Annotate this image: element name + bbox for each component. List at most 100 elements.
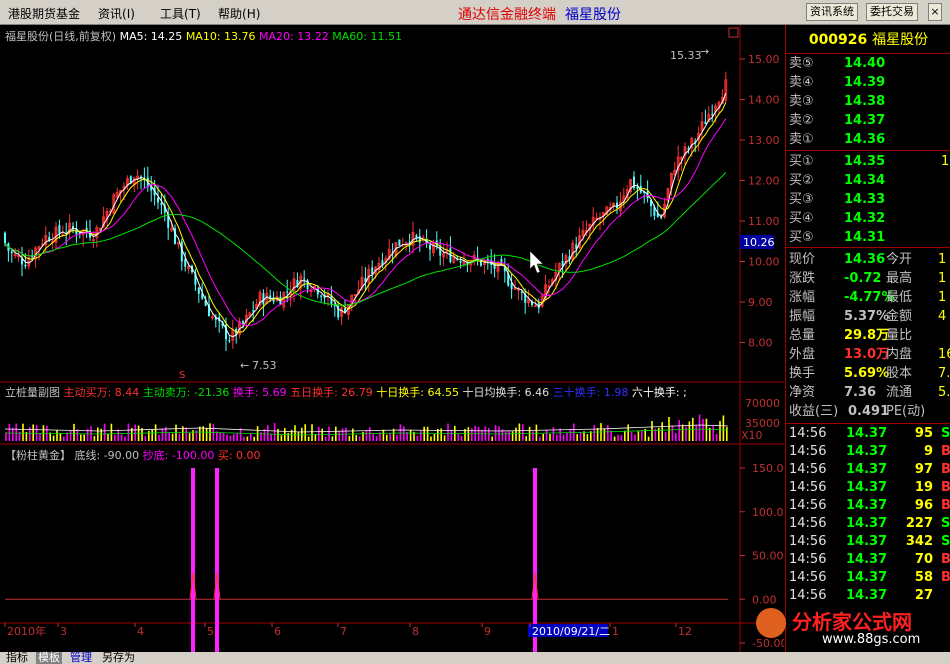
stat-label-2: 内盘 bbox=[886, 347, 913, 362]
tick-price: 14.37 bbox=[846, 462, 888, 477]
tick-price: 14.37 bbox=[846, 444, 888, 459]
ask-row: 卖③ 14.38 bbox=[786, 93, 950, 111]
tick-side: B bbox=[941, 498, 950, 513]
bid-label: 买② bbox=[789, 173, 814, 188]
chart-area[interactable]: 15.00 14.00 13.00 12.00 11.00 10.00 9.00 8.00 1… bbox=[0, 25, 791, 664]
x-axis-label: 6 bbox=[274, 625, 281, 638]
stat-row: 外盘 13.0万内盘 16 bbox=[786, 346, 950, 364]
x-axis-label: 8 bbox=[412, 625, 419, 638]
stat-row: 振幅 5.37% 金额 4 bbox=[786, 308, 950, 326]
indicator-y-tick-label: 100.00 bbox=[752, 506, 784, 519]
tick-volume: 342 bbox=[905, 534, 933, 549]
tick-price: 14.37 bbox=[846, 552, 888, 567]
kline-chart[interactable]: 15.0014.0013.0012.0011.0010.009.008.00 1… bbox=[0, 25, 791, 664]
high-arrow-icon: → bbox=[700, 45, 709, 58]
bid-stat-divider bbox=[786, 247, 950, 248]
stat-tick-divider bbox=[786, 423, 950, 424]
indicator-title[interactable]: 【粉柱黄金】 bbox=[5, 449, 71, 462]
stat-value: 0.491 bbox=[848, 404, 890, 419]
ma60-label: MA60: 11.51 bbox=[332, 30, 402, 43]
main-y-axis: 15.00 14.00 13.00 12.00 11.00 10.00 9.00 8.00 bbox=[740, 53, 780, 350]
close-icon[interactable]: × bbox=[928, 3, 942, 21]
menu-tools[interactable]: 工具(T) bbox=[160, 5, 201, 22]
ask-price: 14.38 bbox=[844, 94, 886, 109]
indicator-y-tick-label: 0.00 bbox=[752, 593, 777, 606]
candle-body bbox=[398, 239, 401, 246]
stat-label-2: 最高 bbox=[886, 271, 913, 286]
menu-help[interactable]: 帮助(H) bbox=[218, 5, 260, 22]
stat-row: 涨幅 -4.77% 最低 1 bbox=[786, 289, 950, 307]
tick-row: 14:56 14.37 342 S bbox=[786, 533, 950, 551]
candle-body bbox=[520, 291, 523, 293]
candle-body bbox=[184, 259, 187, 267]
app-brand: 通达信金融终端 bbox=[458, 7, 556, 23]
ask-label: 卖④ bbox=[789, 75, 814, 90]
tick-row: 14:56 14.37 97 B bbox=[786, 461, 950, 479]
tick-time: 14:56 bbox=[789, 462, 827, 477]
stat-label: 外盘 bbox=[789, 347, 816, 362]
trade-button[interactable]: 委托交易 bbox=[866, 3, 918, 21]
candle-body bbox=[711, 113, 714, 115]
ask-label: 卖③ bbox=[789, 94, 814, 109]
tick-price: 14.37 bbox=[846, 534, 888, 549]
stat-value: 29.8万 bbox=[844, 328, 890, 343]
ask-price: 14.39 bbox=[844, 75, 886, 90]
tick-time: 14:56 bbox=[789, 588, 827, 603]
stat-value: 5.69% bbox=[844, 366, 890, 381]
turnover10-label: 十日换手: 64.55 bbox=[376, 386, 459, 399]
ask-label: 卖② bbox=[789, 113, 814, 128]
x-axis-label: 7 bbox=[340, 625, 347, 638]
tab-template[interactable]: 模板 bbox=[36, 652, 62, 664]
candle-body bbox=[197, 287, 200, 294]
candle-body bbox=[459, 260, 462, 263]
tick-row: 14:56 14.37 96 B bbox=[786, 497, 950, 515]
volume-panel-title[interactable]: 立桩量副图 bbox=[5, 386, 60, 399]
ask-price: 14.37 bbox=[844, 113, 886, 128]
candle-body bbox=[160, 203, 163, 205]
candle-body bbox=[371, 267, 374, 275]
stat-label-2: 流通 bbox=[886, 385, 913, 400]
candle-body bbox=[616, 202, 618, 209]
candle-body bbox=[429, 245, 431, 250]
turnover60-label: 六十换手: ; bbox=[631, 386, 687, 399]
bid-price: 14.35 bbox=[844, 154, 886, 169]
tab-indicator[interactable]: 指标 bbox=[4, 652, 30, 664]
main-y-tick-label: 10.00 bbox=[748, 256, 780, 269]
stat-value: -0.72 bbox=[844, 271, 882, 286]
main-chart-header: 福星股份(日线,前复权) MA5: 14.25 MA10: 13.76 MA20… bbox=[5, 28, 402, 44]
menu-info[interactable]: 资讯(I) bbox=[98, 5, 135, 22]
indicator-y-tick-label: 150.00 bbox=[752, 462, 784, 475]
candle-body bbox=[415, 235, 418, 238]
tick-volume: 58 bbox=[914, 570, 933, 585]
stat-label-2: PE(动) bbox=[886, 404, 926, 419]
volume-y-tick-high: 70000 bbox=[745, 397, 780, 410]
bid-row: 买① 14.35 1 bbox=[786, 153, 950, 171]
tick-row: 14:56 14.37 95 S bbox=[786, 425, 950, 443]
x-axis-label: 12 bbox=[678, 625, 692, 638]
expand-icon[interactable] bbox=[728, 27, 739, 38]
pink-bar bbox=[215, 468, 219, 664]
tick-row: 14:56 14.37 70 B bbox=[786, 551, 950, 569]
stat-row: 净资 7.36 流通 5.2 bbox=[786, 384, 950, 402]
tick-side: B bbox=[941, 552, 950, 567]
candle-body bbox=[262, 293, 265, 305]
watermark-url: www.88gs.com bbox=[822, 632, 921, 647]
tab-manage[interactable]: 管理 bbox=[68, 652, 94, 664]
stock-name: 福星股份 bbox=[872, 32, 929, 48]
watermark: 分析家公式网 www.88gs.com bbox=[752, 606, 950, 652]
menu-hk-futures[interactable]: 港股期货基金 bbox=[8, 5, 80, 22]
main-y-tick-label: 14.00 bbox=[748, 94, 780, 107]
stat-label: 换手 bbox=[789, 366, 816, 381]
stat-value: 5.37% bbox=[844, 309, 890, 324]
ask-label: 卖⑤ bbox=[789, 56, 814, 71]
stat-row: 收益(三) 0.491 PE(动) bbox=[786, 403, 950, 421]
bid-label: 买⑤ bbox=[789, 230, 814, 245]
tab-save-as[interactable]: 另存为 bbox=[100, 652, 137, 664]
tick-row: 14:56 14.37 19 B bbox=[786, 479, 950, 497]
tick-price: 14.37 bbox=[846, 426, 888, 441]
candle-body bbox=[4, 232, 6, 244]
info-system-button[interactable]: 资讯系统 bbox=[806, 3, 858, 21]
low-arrow-icon: ← bbox=[240, 359, 249, 372]
bottom-fish-label: 抄底: -100.00 bbox=[142, 449, 215, 462]
candle-body bbox=[286, 291, 289, 293]
